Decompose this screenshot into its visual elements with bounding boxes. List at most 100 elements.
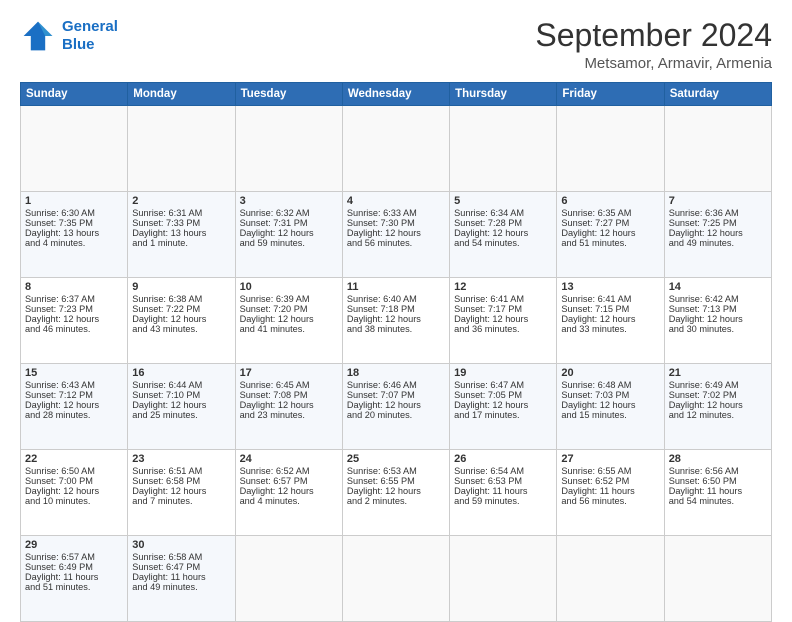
day-info: Daylight: 11 hours bbox=[132, 572, 230, 582]
day-number: 27 bbox=[561, 453, 659, 465]
day-header-friday: Friday bbox=[557, 83, 664, 106]
calendar-cell bbox=[664, 106, 771, 192]
day-info: Sunset: 6:55 PM bbox=[347, 476, 445, 486]
day-number: 2 bbox=[132, 195, 230, 207]
day-info: Daylight: 12 hours bbox=[454, 314, 552, 324]
calendar-cell: 12Sunrise: 6:41 AMSunset: 7:17 PMDayligh… bbox=[450, 278, 557, 364]
calendar-cell: 30Sunrise: 6:58 AMSunset: 6:47 PMDayligh… bbox=[128, 536, 235, 622]
day-info: and 4 minutes. bbox=[25, 238, 123, 248]
day-info: Sunrise: 6:42 AM bbox=[669, 294, 767, 304]
day-info: Sunrise: 6:38 AM bbox=[132, 294, 230, 304]
calendar-cell: 16Sunrise: 6:44 AMSunset: 7:10 PMDayligh… bbox=[128, 364, 235, 450]
calendar-cell: 28Sunrise: 6:56 AMSunset: 6:50 PMDayligh… bbox=[664, 450, 771, 536]
day-info: Sunset: 6:52 PM bbox=[561, 476, 659, 486]
day-info: Sunrise: 6:50 AM bbox=[25, 466, 123, 476]
calendar-cell bbox=[235, 106, 342, 192]
day-info: and 10 minutes. bbox=[25, 496, 123, 506]
day-info: Sunset: 7:35 PM bbox=[25, 218, 123, 228]
day-number: 26 bbox=[454, 453, 552, 465]
day-number: 13 bbox=[561, 281, 659, 293]
calendar-cell: 24Sunrise: 6:52 AMSunset: 6:57 PMDayligh… bbox=[235, 450, 342, 536]
calendar-cell: 18Sunrise: 6:46 AMSunset: 7:07 PMDayligh… bbox=[342, 364, 449, 450]
day-info: and 54 minutes. bbox=[669, 496, 767, 506]
day-info: Daylight: 12 hours bbox=[25, 314, 123, 324]
day-info: Sunrise: 6:37 AM bbox=[25, 294, 123, 304]
day-info: Sunrise: 6:49 AM bbox=[669, 380, 767, 390]
day-info: Sunset: 7:02 PM bbox=[669, 390, 767, 400]
day-number: 1 bbox=[25, 195, 123, 207]
calendar-cell: 14Sunrise: 6:42 AMSunset: 7:13 PMDayligh… bbox=[664, 278, 771, 364]
day-number: 11 bbox=[347, 281, 445, 293]
day-number: 5 bbox=[454, 195, 552, 207]
day-info: Sunrise: 6:54 AM bbox=[454, 466, 552, 476]
day-info: Sunrise: 6:35 AM bbox=[561, 208, 659, 218]
calendar-week-2: 8Sunrise: 6:37 AMSunset: 7:23 PMDaylight… bbox=[21, 278, 772, 364]
day-info: Sunset: 6:50 PM bbox=[669, 476, 767, 486]
day-info: Sunset: 7:17 PM bbox=[454, 304, 552, 314]
day-number: 16 bbox=[132, 367, 230, 379]
calendar-cell: 21Sunrise: 6:49 AMSunset: 7:02 PMDayligh… bbox=[664, 364, 771, 450]
day-info: Sunset: 7:00 PM bbox=[25, 476, 123, 486]
calendar-week-0 bbox=[21, 106, 772, 192]
day-info: and 49 minutes. bbox=[669, 238, 767, 248]
day-info: Daylight: 12 hours bbox=[454, 228, 552, 238]
day-info: Sunset: 7:33 PM bbox=[132, 218, 230, 228]
calendar-cell bbox=[450, 106, 557, 192]
day-info: Daylight: 12 hours bbox=[240, 400, 338, 410]
calendar-cell bbox=[450, 536, 557, 622]
day-number: 19 bbox=[454, 367, 552, 379]
calendar-week-1: 1Sunrise: 6:30 AMSunset: 7:35 PMDaylight… bbox=[21, 192, 772, 278]
day-info: and 4 minutes. bbox=[240, 496, 338, 506]
day-number: 28 bbox=[669, 453, 767, 465]
day-info: and 38 minutes. bbox=[347, 324, 445, 334]
day-info: Sunset: 7:03 PM bbox=[561, 390, 659, 400]
day-info: Sunrise: 6:55 AM bbox=[561, 466, 659, 476]
logo: General Blue bbox=[20, 18, 118, 54]
day-info: Daylight: 12 hours bbox=[669, 400, 767, 410]
day-info: and 30 minutes. bbox=[669, 324, 767, 334]
day-info: Daylight: 12 hours bbox=[561, 400, 659, 410]
day-info: Sunrise: 6:45 AM bbox=[240, 380, 338, 390]
calendar-cell: 6Sunrise: 6:35 AMSunset: 7:27 PMDaylight… bbox=[557, 192, 664, 278]
calendar-cell: 9Sunrise: 6:38 AMSunset: 7:22 PMDaylight… bbox=[128, 278, 235, 364]
day-info: and 49 minutes. bbox=[132, 582, 230, 592]
day-info: Sunrise: 6:57 AM bbox=[25, 552, 123, 562]
day-info: Daylight: 12 hours bbox=[347, 314, 445, 324]
day-info: Sunrise: 6:40 AM bbox=[347, 294, 445, 304]
calendar-cell bbox=[128, 106, 235, 192]
day-info: Daylight: 12 hours bbox=[240, 486, 338, 496]
day-info: Daylight: 12 hours bbox=[25, 486, 123, 496]
day-info: and 36 minutes. bbox=[454, 324, 552, 334]
day-info: Sunset: 6:58 PM bbox=[132, 476, 230, 486]
calendar-cell: 22Sunrise: 6:50 AMSunset: 7:00 PMDayligh… bbox=[21, 450, 128, 536]
calendar-cell bbox=[342, 106, 449, 192]
day-info: Sunset: 6:47 PM bbox=[132, 562, 230, 572]
day-number: 6 bbox=[561, 195, 659, 207]
calendar-cell bbox=[342, 536, 449, 622]
day-info: Sunrise: 6:53 AM bbox=[347, 466, 445, 476]
day-number: 12 bbox=[454, 281, 552, 293]
day-info: and 20 minutes. bbox=[347, 410, 445, 420]
day-info: Sunrise: 6:39 AM bbox=[240, 294, 338, 304]
day-info: and 15 minutes. bbox=[561, 410, 659, 420]
day-info: and 25 minutes. bbox=[132, 410, 230, 420]
day-number: 24 bbox=[240, 453, 338, 465]
day-info: and 59 minutes. bbox=[454, 496, 552, 506]
day-info: Sunset: 7:27 PM bbox=[561, 218, 659, 228]
day-info: Sunrise: 6:36 AM bbox=[669, 208, 767, 218]
day-info: Sunrise: 6:51 AM bbox=[132, 466, 230, 476]
day-info: Sunset: 7:05 PM bbox=[454, 390, 552, 400]
month-title: September 2024 bbox=[535, 18, 772, 53]
day-info: Sunset: 7:07 PM bbox=[347, 390, 445, 400]
logo-icon bbox=[20, 18, 56, 54]
calendar-week-4: 22Sunrise: 6:50 AMSunset: 7:00 PMDayligh… bbox=[21, 450, 772, 536]
day-info: Daylight: 12 hours bbox=[240, 314, 338, 324]
day-info: and 1 minute. bbox=[132, 238, 230, 248]
day-info: Sunset: 7:20 PM bbox=[240, 304, 338, 314]
day-info: Sunset: 7:18 PM bbox=[347, 304, 445, 314]
day-info: Sunrise: 6:31 AM bbox=[132, 208, 230, 218]
day-info: Sunset: 7:25 PM bbox=[669, 218, 767, 228]
day-info: and 51 minutes. bbox=[25, 582, 123, 592]
day-header-tuesday: Tuesday bbox=[235, 83, 342, 106]
day-info: Daylight: 12 hours bbox=[347, 228, 445, 238]
